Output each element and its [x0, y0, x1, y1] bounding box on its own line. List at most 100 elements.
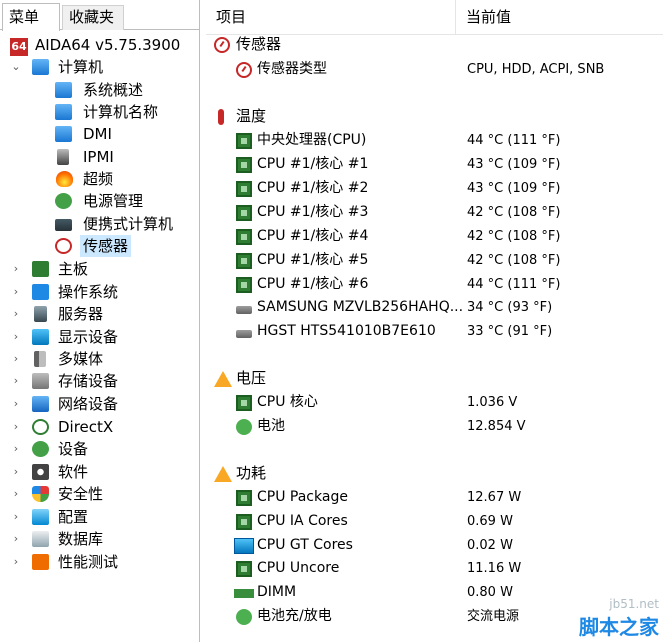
row-value: 42 °C (108 °F): [467, 229, 561, 244]
watermark-name: 脚本之家: [579, 615, 659, 639]
tree-label: 安全性: [58, 485, 104, 503]
tree-label: 超频: [83, 170, 114, 188]
chevron-right-icon[interactable]: ›: [10, 416, 22, 438]
chevron-right-icon[interactable]: ›: [10, 461, 22, 483]
table-row[interactable]: CPU #1/核心 #2 43 °C (109 °F): [206, 177, 663, 200]
table-row[interactable]: CPU #1/核心 #3 42 °C (108 °F): [206, 201, 663, 224]
tab-favorites[interactable]: 收藏夹: [62, 5, 124, 30]
column-header-item[interactable]: 项目: [206, 0, 456, 35]
chevron-right-icon[interactable]: ›: [10, 551, 22, 573]
chevron-right-icon[interactable]: ›: [10, 370, 22, 392]
row-value: 44 °C (111 °F): [467, 277, 561, 292]
memory-module-icon: [234, 589, 254, 598]
section-title: 功耗: [236, 464, 267, 482]
cpu-chip-icon: [236, 561, 252, 577]
tree-label: 传感器: [80, 235, 132, 257]
chevron-right-icon[interactable]: ›: [10, 483, 22, 505]
cpu-chip-icon: [236, 157, 252, 173]
row-value: 12.67 W: [467, 490, 522, 505]
chevron-right-icon[interactable]: ›: [10, 258, 22, 280]
row-name: 电池: [257, 418, 285, 434]
cpu-chip-icon: [236, 229, 252, 245]
chevron-right-icon[interactable]: ›: [10, 348, 22, 370]
chevron-right-icon[interactable]: ›: [10, 506, 22, 528]
row-value: 34 °C (93 °F): [467, 300, 553, 315]
tree-label: 设备: [58, 440, 89, 458]
tab-menu[interactable]: 菜单: [2, 3, 60, 31]
row-name: 中央处理器(CPU): [257, 132, 367, 148]
row-value: 43 °C (109 °F): [467, 181, 561, 196]
table-row[interactable]: CPU GT Cores 0.02 W: [206, 534, 663, 557]
warning-icon: [214, 466, 232, 482]
table-row[interactable]: CPU 核心 1.036 V: [206, 391, 663, 414]
chevron-down-icon[interactable]: ⌄: [10, 56, 22, 78]
tree-label: 多媒体: [58, 350, 104, 368]
gauge-icon: [236, 62, 252, 78]
column-header-value[interactable]: 当前值: [456, 0, 663, 35]
table-row[interactable]: HGST HTS541010B7E610 33 °C (91 °F): [206, 320, 663, 343]
cpu-chip-icon: [236, 181, 252, 197]
chevron-right-icon[interactable]: ›: [10, 393, 22, 415]
tree-label: DirectX: [58, 418, 114, 436]
table-row[interactable]: CPU #1/核心 #6 44 °C (111 °F): [206, 273, 663, 296]
table-row[interactable]: CPU #1/核心 #1 43 °C (109 °F): [206, 153, 663, 176]
flame-icon: [56, 171, 73, 187]
tree-label: 显示设备: [58, 328, 119, 346]
section-title: 传感器: [236, 35, 282, 53]
server-icon: [34, 306, 47, 322]
chevron-right-icon[interactable]: ›: [10, 326, 22, 348]
row-value: 交流电源: [467, 609, 520, 624]
laptop-icon: [55, 219, 72, 231]
table-row[interactable]: SAMSUNG MZVLB256HAHQ... 34 °C (93 °F): [206, 296, 663, 319]
network-icon: [32, 396, 49, 412]
storage-icon: [32, 373, 49, 389]
tree-label: 操作系统: [58, 283, 119, 301]
gpu-icon: [234, 538, 254, 554]
database-icon: [32, 531, 49, 547]
app-title: AIDA64 v5.75.3900: [35, 36, 181, 54]
monitor-icon: [55, 82, 72, 98]
table-row[interactable]: 中央处理器(CPU) 44 °C (111 °F): [206, 129, 663, 152]
row-name: CPU IA Cores: [257, 513, 348, 529]
section-title: 温度: [236, 107, 267, 125]
watermark-url: jb51.net: [609, 597, 659, 611]
table-row[interactable]: CPU #1/核心 #5 42 °C (108 °F): [206, 249, 663, 272]
table-row[interactable]: CPU Uncore 11.16 W: [206, 557, 663, 580]
aida64-logo-icon: 64: [10, 38, 28, 56]
table-row[interactable]: 电池 12.854 V: [206, 415, 663, 438]
row-name: CPU Uncore: [257, 560, 340, 576]
section-temperature: 温度: [206, 105, 663, 128]
row-value: 42 °C (108 °F): [467, 253, 561, 268]
tree-label: IPMI: [83, 148, 114, 166]
row-name: CPU #1/核心 #6: [257, 276, 369, 292]
benchmark-icon: [32, 554, 49, 570]
row-name: SAMSUNG MZVLB256HAHQ...: [257, 299, 464, 315]
tree-label: 网络设备: [58, 395, 119, 413]
disc-icon: [32, 464, 49, 480]
tree-label: 计算机名称: [83, 103, 159, 121]
windows-logo-icon: [32, 284, 49, 300]
navigation-pane: 菜单 收藏夹 64 AIDA64 v5.75.3900 ⌄ 计算机 系统概述 计…: [0, 0, 200, 642]
row-value: 43 °C (109 °F): [467, 157, 561, 172]
motherboard-icon: [32, 261, 49, 277]
speaker-icon: [34, 351, 46, 367]
chevron-right-icon[interactable]: ›: [10, 303, 22, 325]
chevron-right-icon[interactable]: ›: [10, 438, 22, 460]
cpu-chip-icon: [236, 277, 252, 293]
chevron-right-icon[interactable]: ›: [10, 281, 22, 303]
chevron-right-icon[interactable]: ›: [10, 528, 22, 550]
table-row[interactable]: CPU Package 12.67 W: [206, 486, 663, 509]
table-row[interactable]: 传感器类型 CPU, HDD, ACPI, SNB: [206, 58, 663, 81]
shield-icon: [32, 486, 49, 502]
row-name: CPU 核心: [257, 394, 318, 410]
tree-label: 数据库: [58, 530, 104, 548]
section-sensor: 传感器: [206, 33, 663, 56]
row-name: CPU #1/核心 #5: [257, 252, 369, 268]
tree-item-computer[interactable]: ⌄ 计算机: [10, 56, 195, 78]
table-row[interactable]: CPU #1/核心 #4 42 °C (108 °F): [206, 225, 663, 248]
table-row[interactable]: CPU IA Cores 0.69 W: [206, 510, 663, 533]
row-value: 0.69 W: [467, 514, 513, 529]
tree-label: 系统概述: [83, 81, 144, 99]
config-icon: [32, 509, 49, 525]
row-value: 0.02 W: [467, 538, 513, 553]
